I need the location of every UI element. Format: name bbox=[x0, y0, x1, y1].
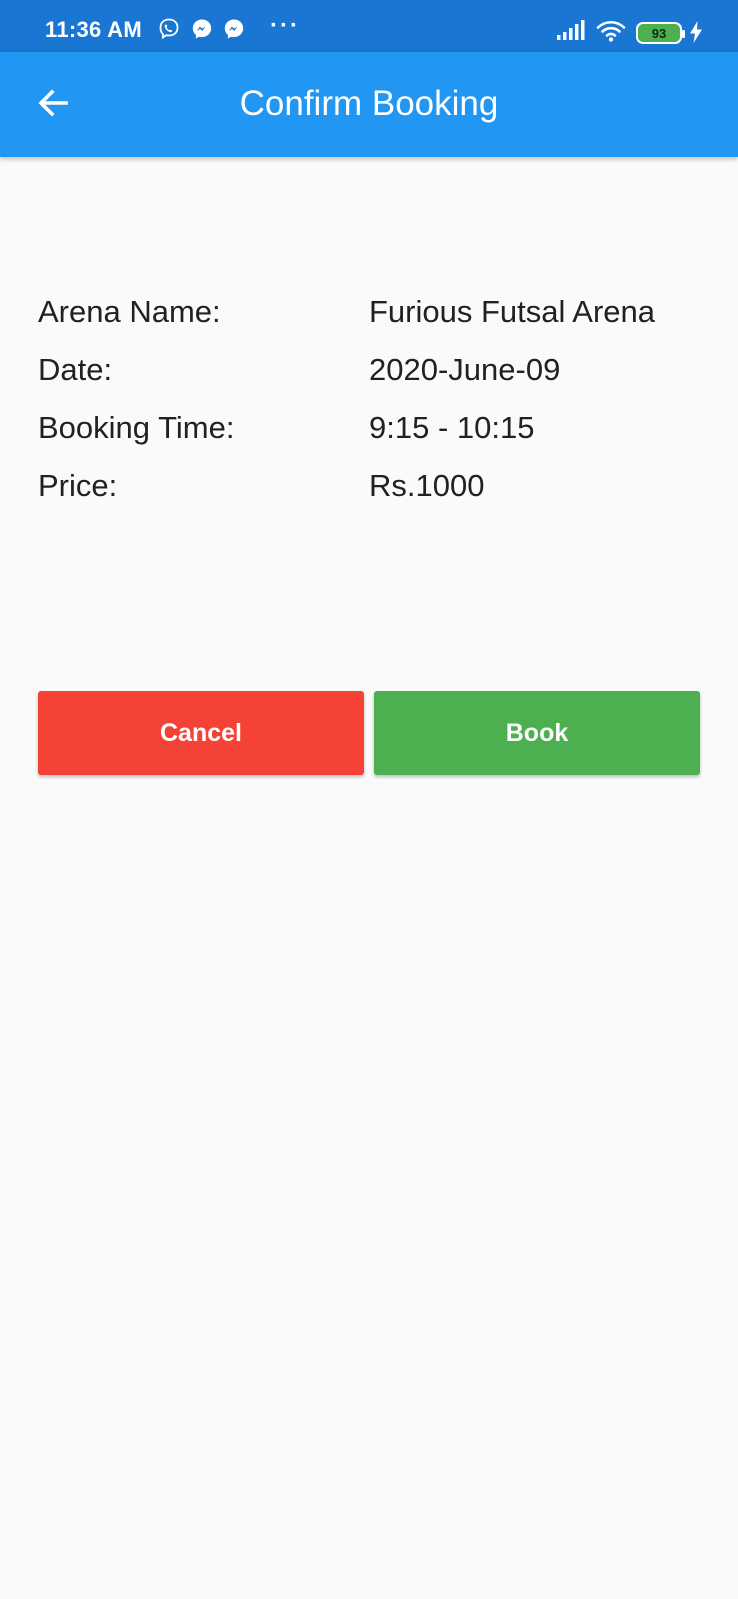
detail-row-booking-time: Booking Time: 9:15 - 10:15 bbox=[38, 399, 718, 457]
messenger-icon bbox=[222, 17, 246, 41]
detail-value: Furious Futsal Arena bbox=[369, 294, 656, 329]
detail-value: 2020-June-09 bbox=[369, 352, 561, 387]
viber-icon bbox=[157, 17, 181, 41]
detail-label: Booking Time: bbox=[38, 410, 235, 445]
more-notifications-icon: ··· bbox=[270, 12, 300, 39]
charging-icon bbox=[689, 21, 703, 45]
wifi-icon bbox=[596, 19, 626, 43]
detail-row-date: Date: 2020-June-09 bbox=[38, 341, 718, 399]
detail-label: Date: bbox=[38, 352, 113, 387]
signal-icon bbox=[556, 20, 586, 44]
detail-value: Rs.1000 bbox=[369, 468, 485, 503]
detail-row-price: Price: Rs.1000 bbox=[38, 457, 718, 515]
status-time: 11:36 AM bbox=[45, 17, 142, 42]
status-bar: 11:36 AM ··· 93 bbox=[0, 0, 738, 52]
app-bar: Confirm Booking bbox=[0, 52, 738, 157]
book-button[interactable]: Book bbox=[374, 691, 700, 775]
detail-value: 9:15 - 10:15 bbox=[369, 410, 535, 445]
page-title: Confirm Booking bbox=[239, 84, 499, 123]
cancel-button[interactable]: Cancel bbox=[38, 691, 364, 775]
detail-label: Arena Name: bbox=[38, 294, 221, 329]
messenger-icon bbox=[190, 17, 214, 41]
detail-label: Price: bbox=[38, 468, 118, 503]
battery-level: 93 bbox=[651, 25, 667, 41]
detail-row-arena-name: Arena Name: Furious Futsal Arena bbox=[38, 283, 718, 341]
booking-details: Arena Name: Furious Futsal Arena Date: 2… bbox=[38, 283, 718, 515]
battery-icon: 93 bbox=[636, 22, 685, 44]
